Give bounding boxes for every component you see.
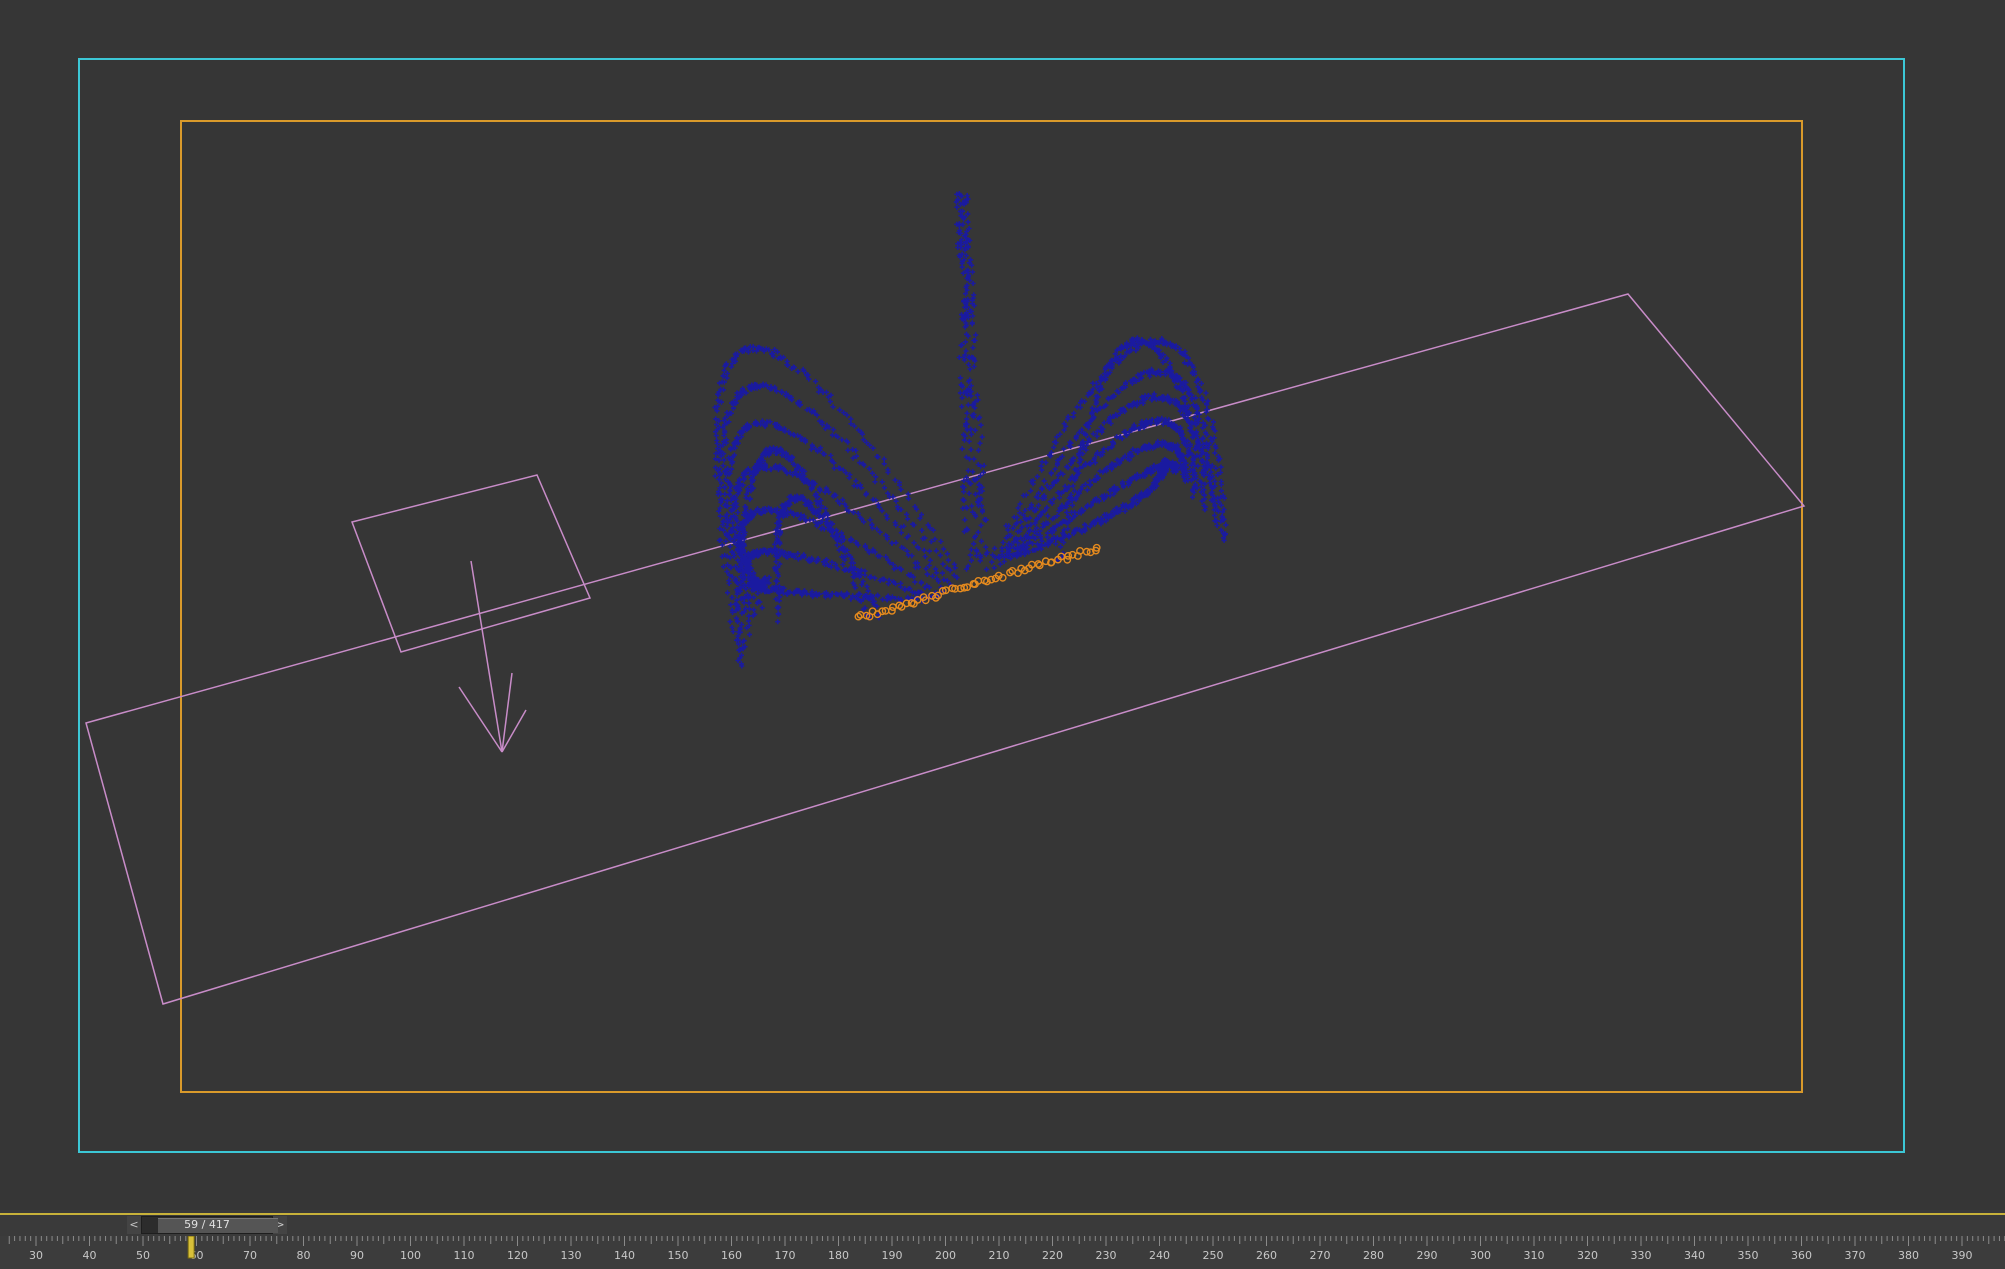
ruler-label: 190 [882,1249,903,1262]
time-slider[interactable]: < 59 / 417 > [127,1216,287,1234]
time-slider-track[interactable]: 59 / 417 [141,1216,278,1234]
ruler-label: 330 [1631,1249,1652,1262]
ruler-label: 280 [1363,1249,1384,1262]
ruler-label: 150 [668,1249,689,1262]
ruler-label: 350 [1738,1249,1759,1262]
ruler-label: 370 [1845,1249,1866,1262]
emitter-point [889,603,897,611]
deflector-plane[interactable] [85,293,1806,1005]
time-slider-label: 59 / 417 [184,1218,230,1231]
ruler-label: 320 [1577,1249,1598,1262]
ruler-label: 220 [1042,1249,1063,1262]
ruler-label: 80 [297,1249,311,1262]
scene-canvas[interactable] [0,0,2005,1210]
prev-frame-button[interactable]: < [127,1216,141,1234]
ruler-label: 270 [1310,1249,1331,1262]
ruler-label: 120 [507,1249,528,1262]
particle-arc [723,418,953,638]
ruler-label: 210 [989,1249,1010,1262]
ruler-label: 380 [1898,1249,1919,1262]
ruler-label: 300 [1470,1249,1491,1262]
emitter-point [1064,552,1073,560]
ruler-label: 340 [1684,1249,1705,1262]
frame-ruler[interactable]: 30 40 50 60 70 80 90 100 110 120 130 140 150 160 170 18… [0,1236,2005,1269]
ruler-label: 390 [1952,1249,1973,1262]
ruler-label: 310 [1524,1249,1545,1262]
ruler-label: 110 [454,1249,475,1262]
ruler-label: 160 [721,1249,742,1262]
gravity-arrow-icon [458,560,527,753]
ruler-label: 180 [828,1249,849,1262]
safe-frame-outer [78,58,1905,1153]
ruler-label: 100 [400,1249,421,1262]
ruler-label: 50 [136,1249,150,1262]
timeline-divider [0,1213,2005,1215]
ruler-label: 30 [29,1249,43,1262]
ruler-label: 130 [561,1249,582,1262]
ruler-label: 290 [1417,1249,1438,1262]
ruler-label: 200 [935,1249,956,1262]
ruler-label: 230 [1096,1249,1117,1262]
playhead[interactable] [187,1236,195,1259]
ruler-label: 140 [614,1249,635,1262]
particle-jet [953,191,990,572]
ruler-label: 240 [1149,1249,1170,1262]
safe-frame-inner [180,120,1803,1093]
ruler-label: 170 [775,1249,796,1262]
ruler-label: 90 [350,1249,364,1262]
ruler-label: 250 [1203,1249,1224,1262]
ruler-label: 70 [243,1249,257,1262]
ruler-label: 260 [1256,1249,1277,1262]
particle-arc [712,344,960,669]
particle-system[interactable] [712,191,1229,669]
track-bar[interactable]: 30 40 50 60 70 80 90 100 110 120 130 140 150 160 170 18… [0,1236,2005,1269]
viewport[interactable] [0,0,2005,1210]
ruler-label: 360 [1791,1249,1812,1262]
ruler-label: 40 [83,1249,97,1262]
